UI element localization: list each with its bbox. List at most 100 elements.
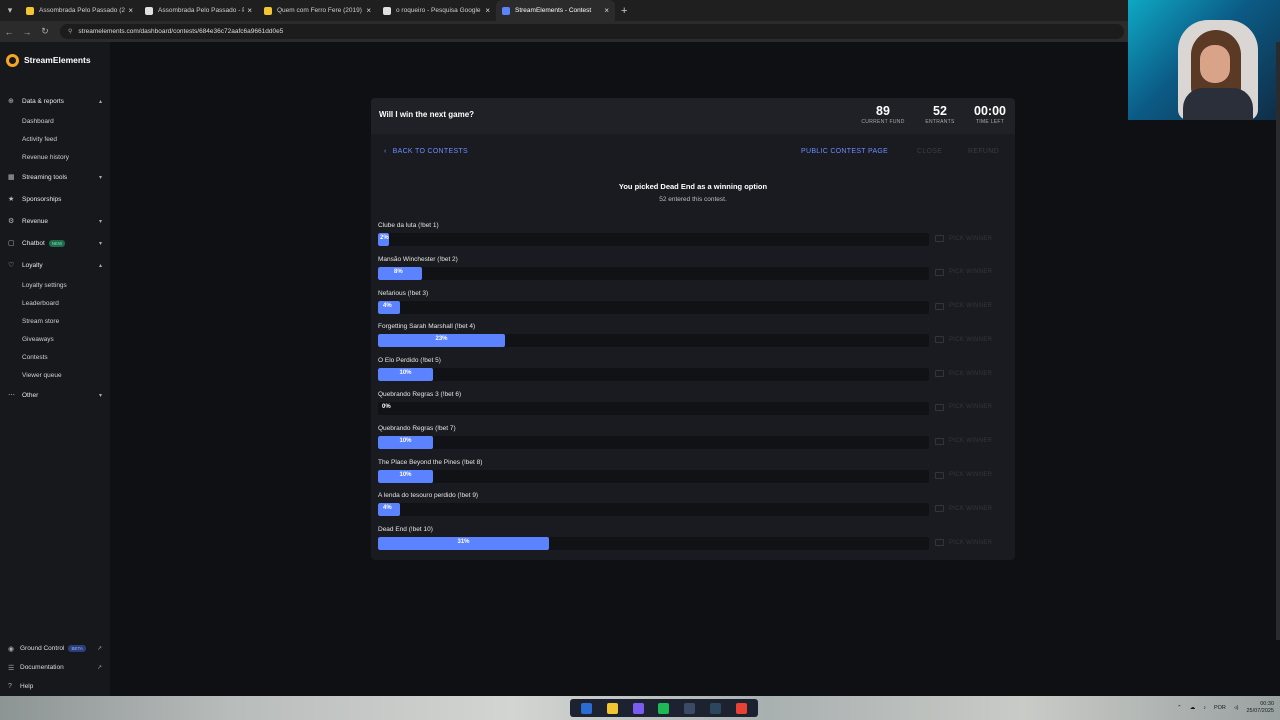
contest-option: Quebrando Regras 3 (!bet 6) 0% PICK WINNER [378, 391, 1008, 425]
sidebar-section-label: Chatbot NEW [22, 239, 99, 247]
os-taskbar: ⌃ ☁ ♪ POR ◃) 00:30 25/07/2025 [0, 696, 1280, 720]
public-contest-page-link[interactable]: PUBLIC CONTEST PAGE [801, 148, 888, 155]
sidebar-item-loyalty-settings[interactable]: Loyalty settings [0, 276, 110, 294]
browser-tab[interactable]: o roqueiro - Pesquisa Google × [377, 0, 496, 21]
tab-search-icon[interactable]: ▾ [0, 0, 20, 21]
sidebar-section-label: Loyalty [22, 262, 99, 269]
sidebar-section-chatbot[interactable]: ▢ Chatbot NEW ▾ [0, 232, 110, 254]
option-percent: 4% [383, 302, 392, 309]
contest-option: The Place Beyond the Pines (!bet 8) 10% PI… [378, 459, 1008, 493]
tab-close-icon[interactable]: × [247, 6, 252, 15]
clock-time: 00:30 [1260, 701, 1274, 707]
speaker-icon[interactable]: ◃) [1234, 705, 1239, 711]
sidebar-link-text: Ground Control [20, 645, 65, 652]
cloud-icon[interactable]: ☁ [1190, 705, 1196, 711]
sidebar-item-contests[interactable]: Contests [0, 348, 110, 366]
brand[interactable]: StreamElements [0, 42, 110, 78]
time-left-value: 00:00 [974, 104, 1006, 118]
mic-icon[interactable]: ♪ [1203, 705, 1206, 711]
option-percent: 10% [399, 437, 412, 444]
pick-winner-button[interactable]: PICK WINNER [935, 268, 992, 276]
taskbar-app-icon[interactable] [709, 702, 721, 714]
browser-tab[interactable]: Quem com Ferro Fere (2019) - × [258, 0, 377, 21]
sidebar-item-stream-store[interactable]: Stream store [0, 312, 110, 330]
sidebar-section-loyalty[interactable]: ♡ Loyalty ▴ [0, 254, 110, 276]
site-info-icon[interactable]: ⚲ [68, 28, 72, 35]
taskbar-app-icon[interactable] [658, 702, 670, 714]
sidebar-section-streaming-tools[interactable]: ▦ Streaming tools ▾ [0, 166, 110, 188]
sidebar-section-revenue[interactable]: ⚙ Revenue ▾ [0, 210, 110, 232]
language-indicator[interactable]: POR [1214, 705, 1226, 711]
taskbar-app-icon[interactable] [607, 702, 619, 714]
refund-button[interactable]: REFUND [968, 148, 999, 155]
sidebar-item-viewer-queue[interactable]: Viewer queue [0, 366, 110, 384]
trophy-icon [935, 539, 944, 547]
option-label: Quebrando Regras 3 (!bet 6) [378, 390, 462, 398]
tab-favicon-icon [383, 6, 391, 15]
sidebar-section-other[interactable]: ⋯ Other ▾ [0, 384, 110, 406]
new-tab-button[interactable]: + [621, 5, 627, 17]
sidebar-item-leaderboard[interactable]: Leaderboard [0, 294, 110, 312]
tab-title: StreamElements - Contest [515, 7, 592, 14]
pick-winner-button[interactable]: PICK WINNER [935, 403, 992, 411]
reload-icon[interactable]: ↻ [36, 26, 54, 37]
tab-close-icon[interactable]: × [485, 6, 490, 15]
sidebar-section-sponsorships[interactable]: ★ Sponsorships [0, 188, 110, 210]
sidebar-link-help[interactable]: ? Help [0, 677, 110, 696]
sidebar-section-label: Streaming tools [22, 174, 99, 181]
url-field[interactable]: ⚲ streamelements.com/dashboard/contests/… [60, 24, 1124, 39]
option-label: A lenda do tesouro perdido (!bet 9) [378, 492, 479, 500]
pick-winner-button[interactable]: PICK WINNER [935, 437, 992, 445]
trophy-icon [935, 437, 944, 445]
back-to-contests-link[interactable]: ‹ BACK TO CONTESTS [384, 148, 468, 155]
sidebar-item-giveaways[interactable]: Giveaways [0, 330, 110, 348]
sidebar-section-text: Revenue [22, 217, 49, 225]
contest-title: Will I win the next game? [379, 110, 475, 119]
taskbar-app-icon[interactable] [581, 702, 593, 714]
browser-tab[interactable]: Assombrada Pelo Passado (2019× [20, 0, 139, 21]
tab-close-icon[interactable]: × [604, 6, 609, 15]
pick-winner-label: PICK WINNER [949, 539, 993, 546]
entrants-label: ENTRANTS [925, 119, 955, 125]
sidebar-item-activity-feed[interactable]: Activity feed [0, 130, 110, 148]
pick-winner-button[interactable]: PICK WINNER [935, 539, 993, 547]
sidebar-link-documentation[interactable]: ☰ Documentation ↗ [0, 658, 110, 677]
contest-options-list: Clube da luta (!bet 1) 2% PICK WINNER Mansã… [378, 222, 1008, 560]
chevron-icon: ▴ [98, 262, 102, 269]
forward-arrow-icon[interactable]: → [18, 27, 36, 37]
page-scrollbar[interactable] [1276, 42, 1280, 640]
pick-winner-label: PICK WINNER [949, 336, 993, 343]
pick-winner-button[interactable]: PICK WINNER [935, 370, 992, 378]
taskbar-app-icon[interactable] [735, 702, 747, 714]
chevron-up-icon[interactable]: ⌃ [1177, 705, 1182, 711]
current-fund-label: CURRENT FUND [861, 119, 905, 125]
time-left-stat: 00:00 TIME LEFT [970, 104, 1010, 125]
tab-favicon-icon [264, 6, 272, 15]
pick-winner-button[interactable]: PICK WINNER [935, 235, 992, 242]
tab-favicon-icon [26, 6, 34, 15]
browser-tab[interactable]: Assombrada Pelo Passado - Pe × [139, 0, 258, 21]
external-link-icon: ↗ [96, 646, 102, 652]
close-contest-button[interactable]: CLOSE [917, 148, 942, 155]
tab-close-icon[interactable]: × [366, 6, 371, 15]
option-progress-track: 4% [378, 300, 929, 314]
sidebar-link-ground-control[interactable]: ◉ Ground Control BETA ↗ [0, 639, 110, 658]
browser-tab[interactable]: StreamElements - Contest × [496, 0, 615, 21]
pick-winner-label: PICK WINNER [949, 303, 993, 310]
pick-winner-button[interactable]: PICK WINNER [935, 471, 992, 479]
clock[interactable]: 00:30 25/07/2025 [1246, 701, 1274, 715]
pick-winner-button[interactable]: PICK WINNER [935, 302, 993, 310]
tab-favicon-icon [502, 6, 510, 15]
taskbar-app-icon[interactable] [632, 702, 644, 714]
sidebar-item-revenue-history[interactable]: Revenue history [0, 148, 110, 166]
taskbar-app-icon[interactable] [684, 702, 696, 714]
chevron-icon: ▾ [98, 392, 102, 399]
pick-winner-button[interactable]: PICK WINNER [935, 336, 993, 344]
sidebar-section-text: Streaming tools [22, 173, 68, 181]
new-badge: NEW [48, 239, 66, 247]
sidebar-item-dashboard[interactable]: Dashboard [0, 112, 110, 130]
sidebar-section-data-reports[interactable]: ⊕ Data & reports ▴ [0, 90, 110, 112]
back-arrow-icon[interactable]: ← [0, 27, 18, 37]
pick-winner-button[interactable]: PICK WINNER [935, 505, 992, 513]
tab-close-icon[interactable]: × [128, 6, 133, 15]
